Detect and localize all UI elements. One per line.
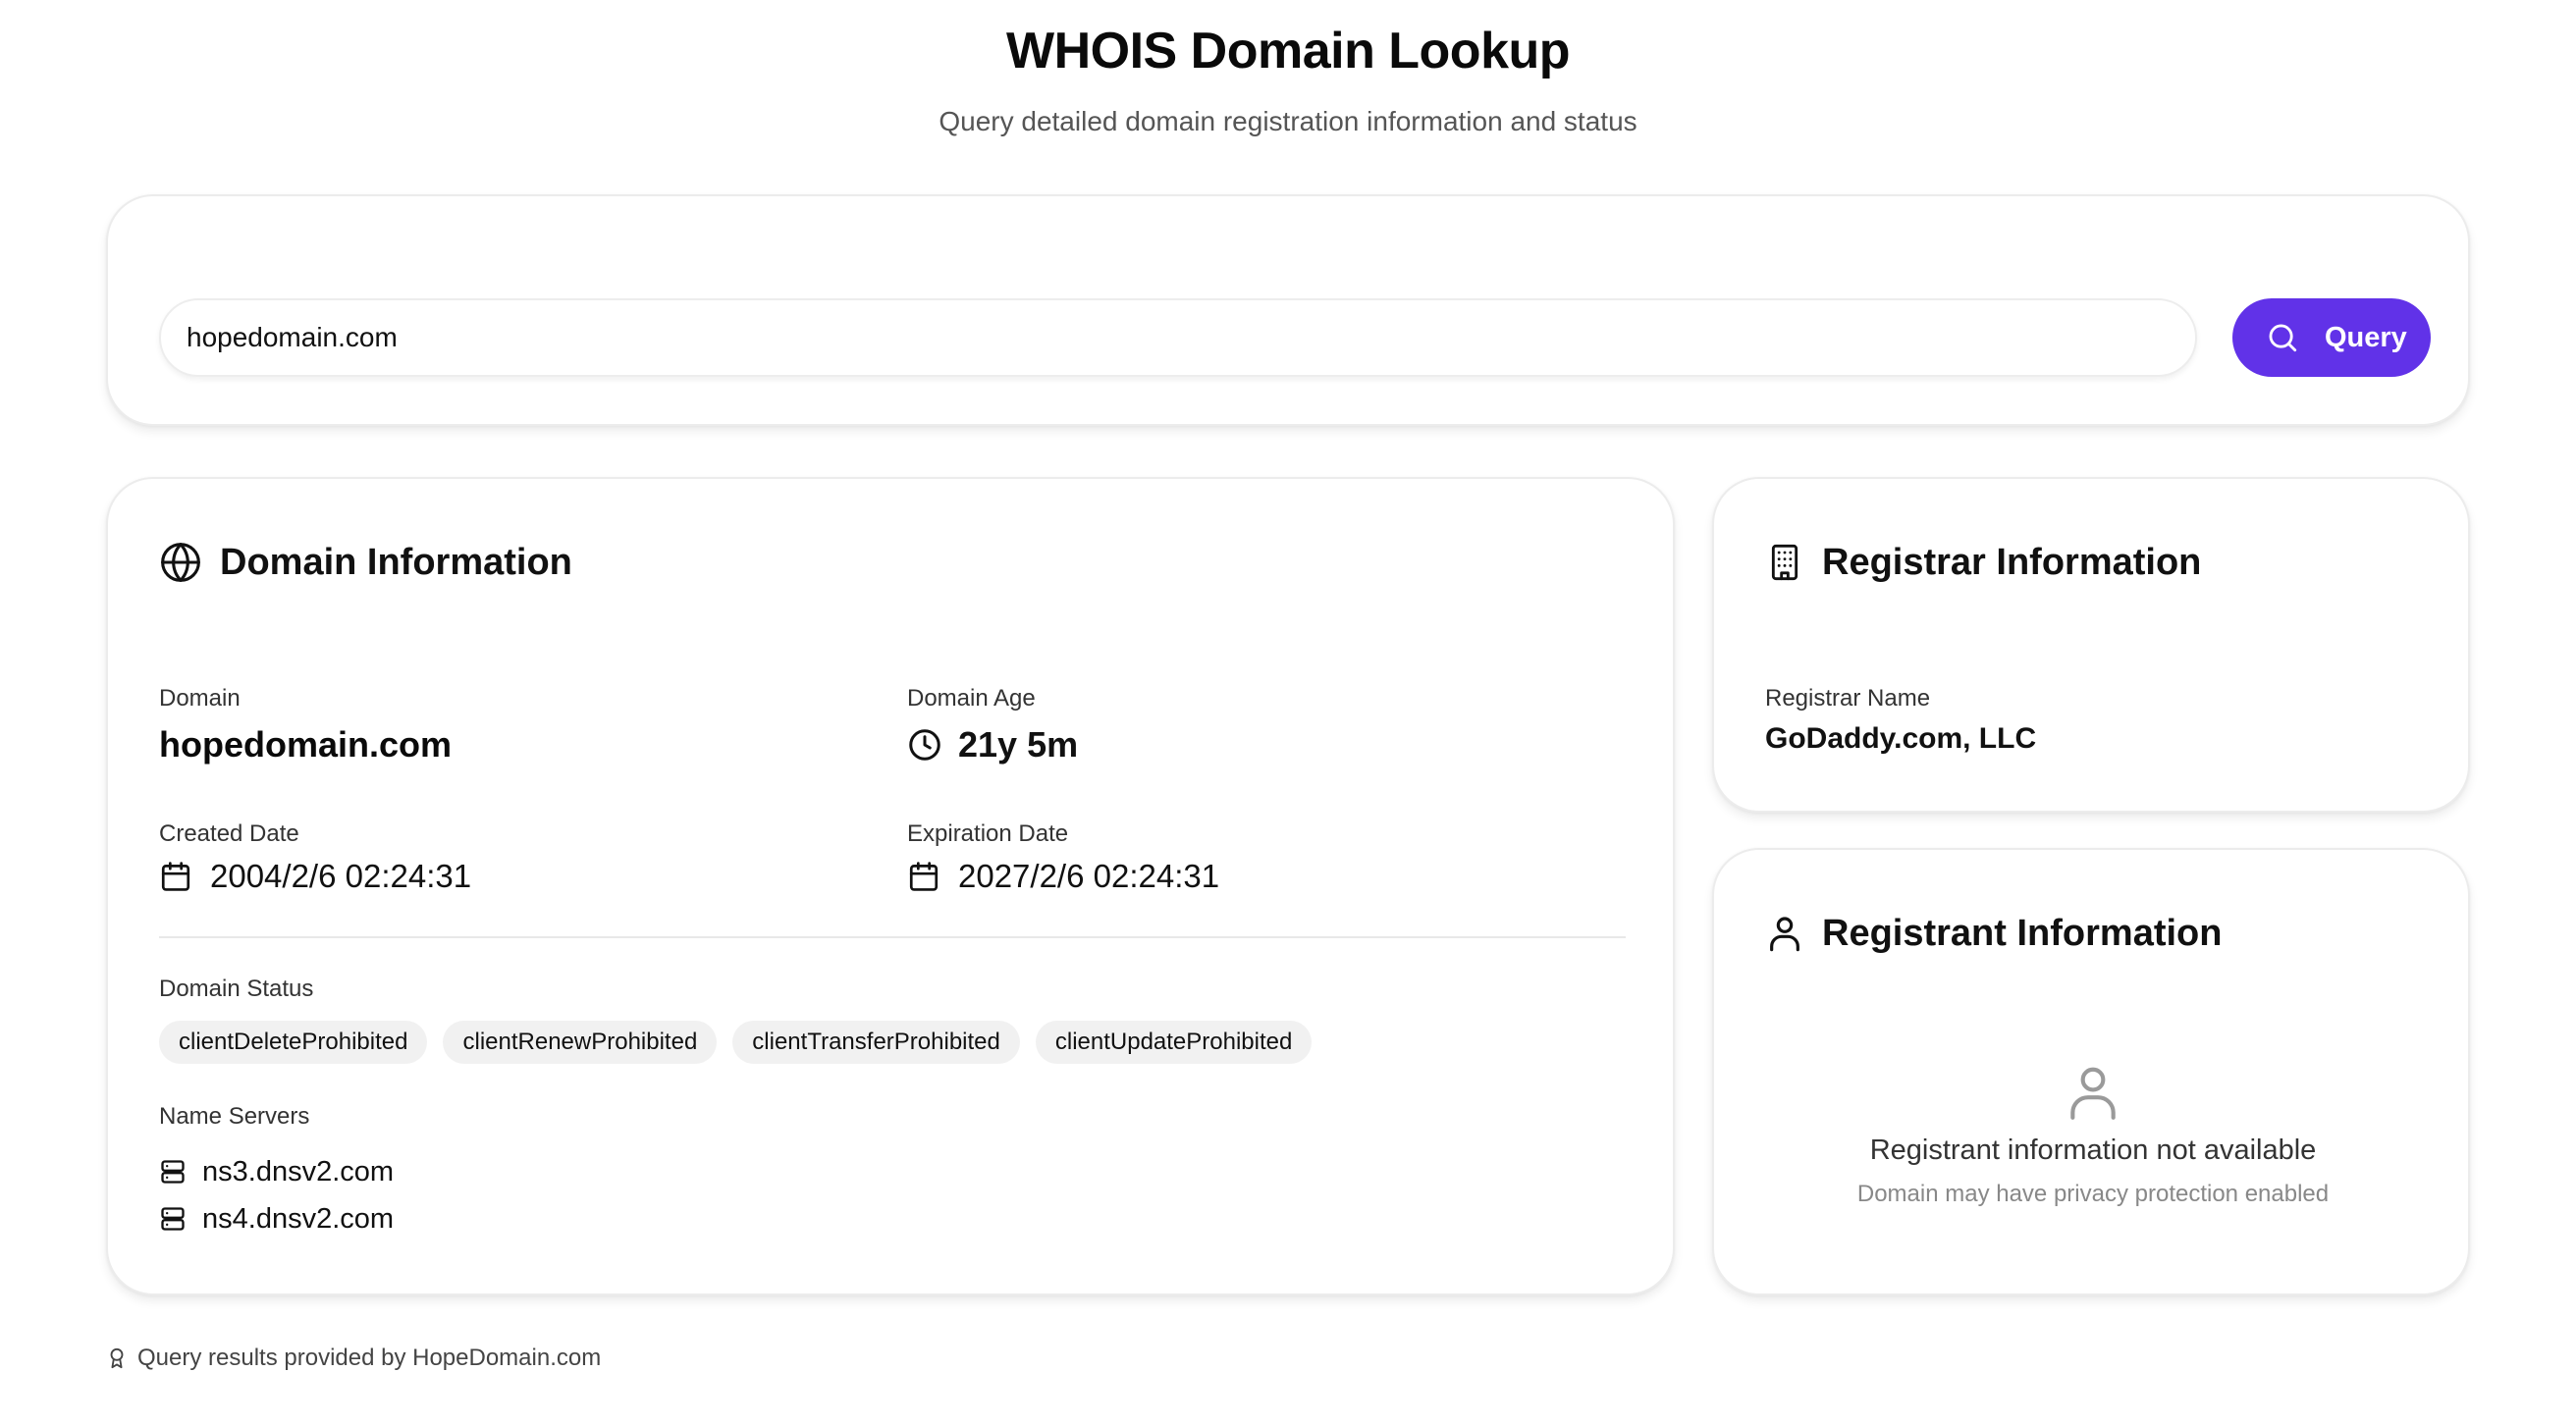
server-icon [159,1158,187,1186]
domain-status-label: Domain Status [159,976,314,1002]
name-server-item: ns4.dnsv2.com [159,1195,394,1242]
name-servers-label: Name Servers [159,1103,310,1130]
footer-note: Query results provided by HopeDomain.com [106,1345,601,1372]
registrar-information-heading: Registrar Information [1765,538,2201,587]
globe-icon [159,541,202,584]
registrant-empty-subtitle: Domain may have privacy protection enabl… [1856,1181,2330,1207]
query-button-label: Query [2325,321,2407,353]
registrar-information-title: Registrar Information [1822,541,2202,583]
server-icon [159,1205,187,1233]
calendar-icon [159,860,192,893]
created-date-label: Created Date [159,820,299,847]
domain-search-input[interactable] [159,298,2197,377]
expiration-date-label: Expiration Date [907,820,1069,847]
status-badge: clientTransferProhibited [732,1021,1020,1064]
name-server-value: ns3.dnsv2.com [202,1155,395,1188]
created-date-value: 2004/2/6 02:24:31 [210,858,472,894]
search-icon [2266,321,2299,354]
registrant-empty-state: Registrant information not available Dom… [1714,1060,2472,1208]
user-placeholder-icon [2063,1060,2123,1125]
status-badge: clientRenewProhibited [443,1021,718,1064]
domain-information-card: Domain Information Domain hopedomain.com… [106,477,1675,1295]
registrant-information-card: Registrant Information Registrant inform… [1712,848,2470,1295]
expiration-date: 2027/2/6 02:24:31 [907,858,1219,895]
domain-age: 21y 5m [907,724,1078,765]
award-icon [106,1346,128,1371]
query-button[interactable]: Query [2232,298,2431,377]
name-server-value: ns4.dnsv2.com [202,1202,395,1235]
clock-icon [907,727,942,763]
domain-information-heading: Domain Information [159,538,572,587]
building-icon [1765,541,1804,584]
status-badge: clientDeleteProhibited [159,1021,428,1064]
domain-status-list: clientDeleteProhibited clientRenewProhib… [159,1021,1313,1064]
domain-label: Domain [159,685,241,712]
page-subtitle: Query detailed domain registration infor… [939,106,1637,136]
created-date: 2004/2/6 02:24:31 [159,858,471,895]
registrar-information-card: Registrar Information Registrar Name GoD… [1712,477,2470,813]
domain-value: hopedomain.com [159,724,453,765]
domain-age-value: 21y 5m [958,724,1079,765]
registrant-empty-title: Registrant information not available [1869,1135,2317,1166]
expiration-date-value: 2027/2/6 02:24:31 [958,858,1220,894]
domain-information-title: Domain Information [220,541,572,583]
calendar-icon [907,860,940,893]
page-title: WHOIS Domain Lookup [1005,23,1571,79]
search-card: Query [106,194,2470,426]
name-server-item: ns3.dnsv2.com [159,1148,394,1195]
registrar-name-value: GoDaddy.com, LLC [1765,722,2037,755]
footer-text: Query results provided by HopeDomain.com [137,1345,602,1371]
user-icon [1765,912,1804,955]
registrar-name-label: Registrar Name [1765,685,1931,712]
registrant-information-title: Registrant Information [1822,912,2223,954]
name-server-list: ns3.dnsv2.com ns4.dnsv2.com [159,1148,394,1242]
section-divider [159,936,1626,938]
domain-age-label: Domain Age [907,685,1036,712]
status-badge: clientUpdateProhibited [1035,1021,1313,1064]
registrant-information-heading: Registrant Information [1765,909,2222,958]
